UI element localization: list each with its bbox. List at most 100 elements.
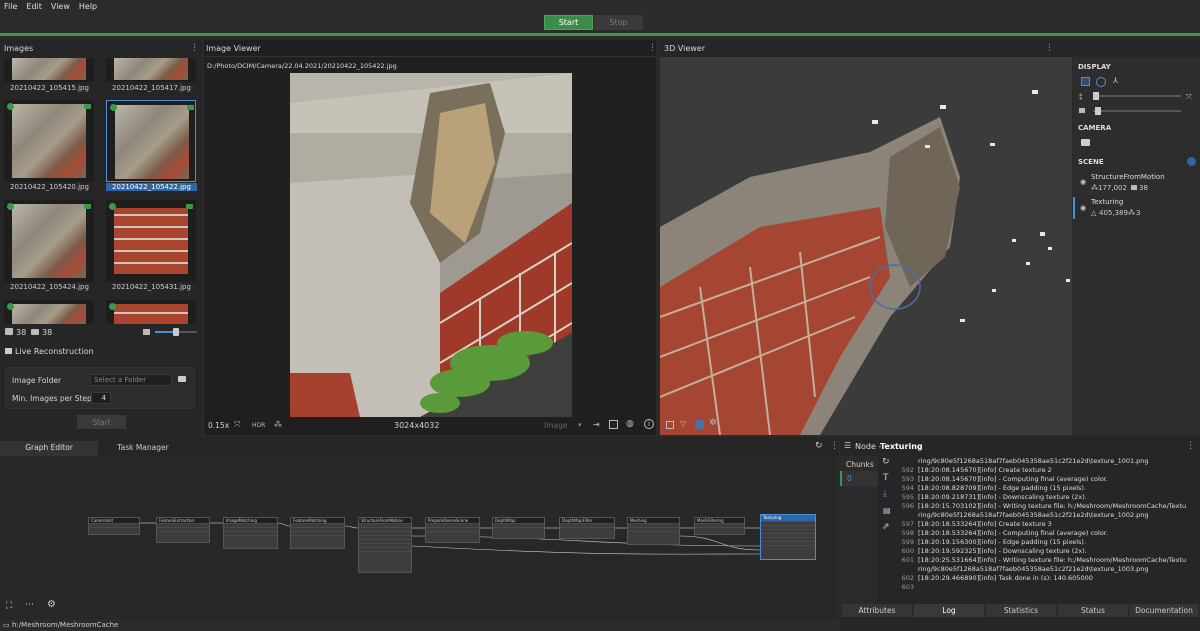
more-options-icon[interactable]: ⋮ bbox=[830, 441, 839, 451]
graph-canvas[interactable]: CameraInit FeatureExtraction ImageMatchi… bbox=[0, 456, 838, 618]
triangle-icon[interactable]: ▽ bbox=[680, 419, 686, 428]
tab-documentation[interactable]: Documentation bbox=[1130, 604, 1198, 617]
start-button[interactable]: Start bbox=[544, 15, 593, 30]
menu-edit[interactable]: Edit bbox=[26, 2, 42, 11]
menu-file[interactable]: File bbox=[4, 2, 17, 11]
frame-icon[interactable] bbox=[666, 421, 674, 429]
fit-icon[interactable]: ⤧ bbox=[1186, 93, 1192, 102]
tab-attributes[interactable]: Attributes bbox=[842, 604, 912, 617]
log-line: 600 [18:20:19.592325][info] - Downscaling… bbox=[901, 547, 1087, 555]
metadata-icon[interactable] bbox=[609, 420, 618, 429]
external-link-icon[interactable]: ⇗ bbox=[882, 522, 890, 532]
camera-icon[interactable] bbox=[1081, 139, 1090, 146]
tab-graph-editor[interactable]: Graph Editor bbox=[0, 441, 98, 456]
color-picker-icon[interactable]: ⁂ bbox=[274, 420, 282, 429]
gizmo-icon[interactable] bbox=[1096, 77, 1106, 87]
graph-node[interactable]: PrepareDenseScene bbox=[425, 517, 480, 543]
image-mode-select[interactable]: Image bbox=[544, 421, 568, 430]
tab-status[interactable]: Status bbox=[1058, 604, 1128, 617]
thumbnail[interactable] bbox=[106, 200, 196, 282]
thumbnail-label: 20210422_105415.jpg bbox=[10, 84, 89, 92]
camera-scale-slider[interactable] bbox=[1093, 107, 1181, 115]
image-resolution: 3024x4032 bbox=[394, 421, 440, 430]
menu-view[interactable]: View bbox=[51, 2, 70, 11]
thumbnail[interactable] bbox=[4, 100, 94, 182]
tab-log[interactable]: Log bbox=[914, 604, 984, 617]
thumbnail[interactable] bbox=[106, 300, 196, 324]
thumbnail[interactable] bbox=[106, 58, 196, 82]
more-options-icon[interactable]: ⋮ bbox=[1186, 441, 1195, 451]
log-line: 593 [18:20:08.145670][info] - Computing f… bbox=[901, 475, 1108, 483]
status-dot-icon bbox=[7, 203, 14, 210]
live-start-button[interactable]: Start bbox=[77, 415, 126, 429]
fit-view-icon[interactable]: ⛶ bbox=[6, 601, 12, 611]
more-options-icon[interactable]: ⋮ bbox=[1045, 43, 1054, 53]
folder-icon[interactable] bbox=[178, 376, 186, 382]
graph-node[interactable]: FeatureMatching bbox=[290, 517, 345, 549]
refresh-icon[interactable]: ↻ bbox=[815, 441, 823, 451]
stop-button[interactable]: Stop bbox=[594, 15, 643, 30]
point-cloud-canvas[interactable] bbox=[660, 57, 1072, 435]
thumbnail-label-selected: 20210422_105422.jpg bbox=[106, 183, 197, 191]
scene-item-name[interactable]: Texturing bbox=[1091, 198, 1123, 206]
graph-node[interactable]: DepthMap bbox=[492, 517, 545, 539]
thumbnail[interactable] bbox=[4, 300, 94, 324]
export-icon[interactable]: ⇥ bbox=[593, 420, 600, 429]
scroll-bottom-icon[interactable]: ⤓ bbox=[883, 489, 887, 499]
log-line: 603 bbox=[901, 583, 914, 591]
thumbnail[interactable] bbox=[4, 58, 94, 82]
menu-help[interactable]: Help bbox=[79, 2, 97, 11]
graph-node[interactable]: CameraInit bbox=[88, 517, 140, 535]
grid-icon[interactable] bbox=[1081, 77, 1090, 86]
chunk-item[interactable]: 0 bbox=[840, 471, 878, 486]
align-icon[interactable]: ⋯ bbox=[25, 600, 34, 610]
graph-node[interactable]: StructureFromMotion bbox=[358, 517, 412, 573]
file-icon[interactable]: ▤ bbox=[883, 506, 891, 515]
min-images-input[interactable]: 4 bbox=[91, 392, 111, 404]
triangle-icon: △ bbox=[1091, 209, 1097, 217]
graph-node[interactable]: MeshFiltering bbox=[694, 517, 745, 535]
point-size-slider[interactable] bbox=[1093, 92, 1181, 100]
graph-node[interactable]: Meshing bbox=[627, 517, 680, 545]
more-options-icon[interactable]: ⋮ bbox=[190, 43, 199, 53]
log-view[interactable]: ring/9c80e5f1268a518af7faeb045358ae51c2f… bbox=[898, 457, 1198, 607]
graph-node[interactable]: DepthMapFilter bbox=[559, 517, 615, 539]
thumbnail-label: 20210422_105431.jpg bbox=[112, 283, 191, 291]
image-viewer-title: Image Viewer bbox=[206, 44, 261, 53]
more-options-icon[interactable]: ⋮ bbox=[648, 43, 657, 53]
pattern-icon[interactable] bbox=[695, 420, 704, 429]
min-images-label: Min. Images per Step bbox=[12, 394, 92, 403]
fit-icon[interactable]: ⤧ bbox=[234, 420, 240, 430]
thumbnail-size-slider[interactable] bbox=[155, 328, 197, 336]
graph-node-selected[interactable]: Texturing bbox=[760, 514, 816, 560]
chevron-down-icon[interactable]: ▾ bbox=[578, 421, 582, 429]
node-title-prefix: Node - bbox=[855, 442, 882, 451]
refresh-icon[interactable]: ↻ bbox=[882, 457, 890, 467]
thumbnail-label: 20210422_105420.jpg bbox=[10, 183, 89, 191]
scene-item-points: 405,389 bbox=[1099, 209, 1128, 217]
globe-icon[interactable]: ◍ bbox=[626, 419, 634, 429]
text-icon[interactable]: T bbox=[883, 473, 889, 483]
graph-node[interactable]: ImageMatching bbox=[223, 517, 278, 549]
eye-icon[interactable]: ◉ bbox=[1080, 178, 1086, 186]
eye-icon[interactable]: ◉ bbox=[1080, 204, 1086, 212]
info-icon[interactable]: i bbox=[644, 419, 654, 429]
tab-task-manager[interactable]: Task Manager bbox=[98, 441, 188, 456]
image-folder-input[interactable]: Select a Folder bbox=[90, 374, 172, 386]
node-panel: ☰ Node - Texturing ⋮ Chunks 0 ↻ T ⤓ ▤ ⇗ … bbox=[840, 437, 1200, 631]
settings-icon[interactable]: ✲ bbox=[709, 418, 717, 428]
thumbnail-selected[interactable] bbox=[106, 100, 196, 182]
thumbnail[interactable] bbox=[4, 200, 94, 282]
points-icon: ⁂ bbox=[1091, 184, 1098, 192]
tab-statistics[interactable]: Statistics bbox=[986, 604, 1056, 617]
status-dot-icon bbox=[109, 203, 116, 210]
gear-icon[interactable]: ⚙ bbox=[47, 599, 56, 610]
live-reconstruction-panel: Live Reconstruction Image Folder Select … bbox=[0, 342, 202, 437]
log-line: 594 [18:20:08.828709][info] - Edge paddin… bbox=[901, 484, 1087, 492]
selection-marker bbox=[1073, 197, 1075, 219]
add-icon[interactable] bbox=[1187, 157, 1196, 166]
scene-item-name[interactable]: StructureFromMotion bbox=[1091, 173, 1165, 181]
hdr-button[interactable]: HDR bbox=[252, 422, 265, 429]
graph-node[interactable]: FeatureExtraction bbox=[156, 517, 210, 543]
axis-icon[interactable]: ⅄ bbox=[1113, 76, 1118, 85]
